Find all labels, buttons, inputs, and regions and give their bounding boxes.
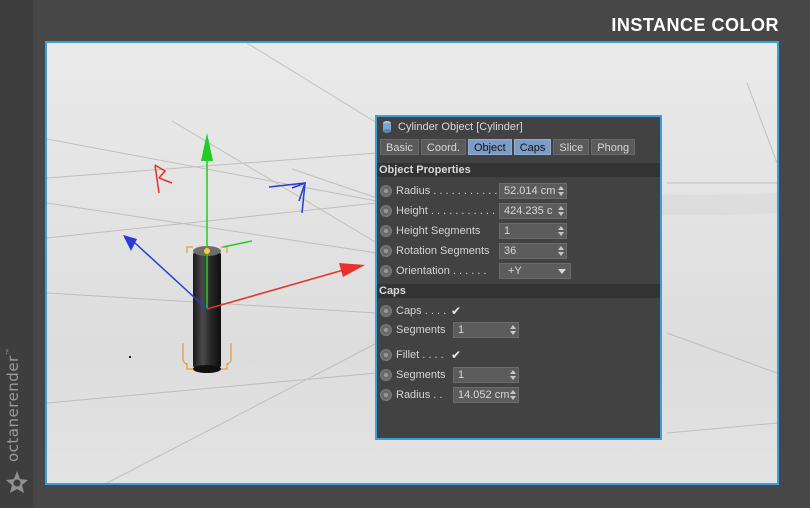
row-orientation: Orientation . . . . . . (380, 262, 486, 280)
page-title: INSTANCE COLOR (611, 15, 779, 35)
cylinder-object-icon (383, 121, 391, 133)
row-height: Height . . . . . . . . . . . (380, 202, 495, 220)
chevron-down-icon[interactable] (558, 269, 566, 274)
x-axis-line (206, 268, 348, 310)
height-field[interactable]: 424.235 c (499, 203, 567, 219)
animate-radio[interactable] (380, 265, 392, 277)
row-radius: Radius . . . . . . . . . . . (380, 182, 497, 200)
section-object-properties: Object Properties (377, 163, 660, 177)
height-label: Height . . . . . . . . . . . (396, 205, 496, 217)
fillet-label: Fillet . . . . (396, 349, 444, 361)
spinner-icon[interactable] (558, 206, 564, 216)
transform-gizmo[interactable] (123, 133, 365, 310)
section-caps: Caps (377, 284, 660, 298)
orientation-label: Orientation . . . . . . (396, 265, 487, 277)
rotation-handle[interactable] (222, 240, 253, 248)
animate-radio[interactable] (380, 389, 392, 401)
fillet-radius-field[interactable]: 14.052 cm (453, 387, 519, 403)
rotation-segments-field[interactable]: 36 (499, 243, 567, 259)
octane-logo-icon (6, 471, 28, 493)
height-segments-label: Height Segments (396, 225, 481, 237)
tab-basic[interactable]: Basic (380, 139, 419, 155)
caps-segments-label: Segments (396, 324, 446, 336)
animate-radio[interactable] (380, 305, 392, 317)
animate-radio[interactable] (380, 245, 392, 257)
row-fillet-radius: Radius . . (380, 386, 442, 404)
height-segments-field[interactable]: 1 (499, 223, 567, 239)
light-gizmo-blue[interactable] (268, 181, 307, 214)
tab-object[interactable]: Object (467, 139, 512, 155)
fillet-checkbox[interactable]: ✔ (451, 349, 463, 361)
caps-checkbox[interactable]: ✔ (451, 305, 463, 317)
z-axis-arrow[interactable] (123, 235, 137, 251)
spinner-icon[interactable] (510, 370, 516, 380)
row-caps-toggle: Caps . . . . (380, 302, 446, 320)
rotation-segments-label: Rotation Segments (396, 245, 490, 257)
fillet-radius-label: Radius . . (396, 389, 443, 401)
animate-radio[interactable] (380, 324, 392, 336)
caps-label: Caps . . . . (396, 305, 447, 317)
left-brand-strip: octanerender™ (0, 0, 33, 508)
panel-tabs: Basic Coord. Object Caps Slice Phong (380, 139, 636, 157)
brand-area: octanerender™ (0, 347, 33, 502)
spinner-icon[interactable] (558, 226, 564, 236)
radius-field[interactable]: 52.014 cm (499, 183, 567, 199)
fillet-segments-field[interactable]: 1 (453, 367, 519, 383)
caps-segments-field[interactable]: 1 (453, 322, 519, 338)
animate-radio[interactable] (380, 205, 392, 217)
spinner-icon[interactable] (510, 325, 516, 335)
row-fillet-toggle: Fillet . . . . (380, 346, 444, 364)
brand-text: octanerender™ (4, 346, 22, 462)
spinner-icon[interactable] (558, 246, 564, 256)
animate-radio[interactable] (380, 185, 392, 197)
panel-header: Cylinder Object [Cylinder] (377, 117, 660, 137)
animate-radio[interactable] (380, 225, 392, 237)
spinner-icon[interactable] (558, 186, 564, 196)
row-height-segments: Height Segments (380, 222, 480, 240)
panel-title: Cylinder Object [Cylinder] (398, 121, 523, 133)
animate-radio[interactable] (380, 369, 392, 381)
x-axis-arrow[interactable] (339, 263, 365, 277)
fillet-segments-label: Segments (396, 369, 446, 381)
attribute-panel[interactable]: Cylinder Object [Cylinder] Basic Coord. … (375, 115, 662, 440)
radius-label: Radius . . . . . . . . . . . (396, 185, 498, 197)
viewport-marker (129, 356, 131, 358)
row-rotation-segments: Rotation Segments (380, 242, 490, 260)
y-axis-arrow[interactable] (201, 133, 213, 161)
tab-coord[interactable]: Coord. (420, 139, 466, 155)
tab-phong[interactable]: Phong (591, 139, 636, 155)
row-caps-segments: Segments (380, 321, 446, 339)
row-fillet-segments: Segments (380, 366, 446, 384)
tab-slice[interactable]: Slice (553, 139, 590, 155)
orientation-dropdown[interactable]: +Y (499, 263, 571, 279)
tab-caps[interactable]: Caps (513, 139, 552, 155)
gizmo-center[interactable] (204, 248, 210, 254)
spinner-icon[interactable] (510, 390, 516, 400)
animate-radio[interactable] (380, 349, 392, 361)
